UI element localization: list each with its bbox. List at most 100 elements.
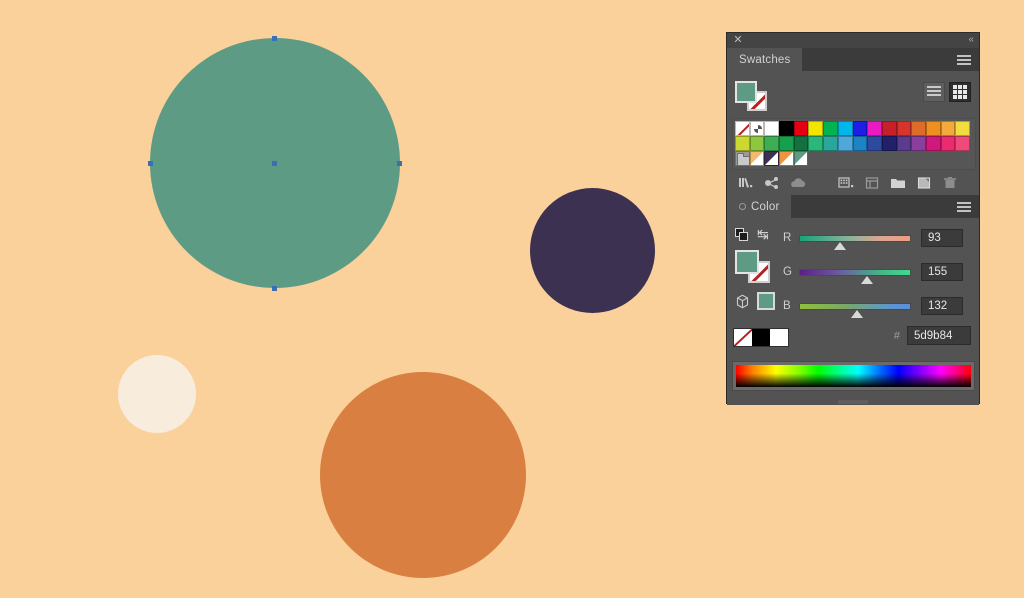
swatch-navy[interactable] — [882, 136, 897, 151]
close-icon[interactable]: ✕ — [732, 34, 744, 46]
swatch-row — [735, 136, 973, 151]
fill-stroke-indicator[interactable] — [735, 81, 769, 111]
swatch-yellow[interactable] — [808, 121, 823, 136]
swatch-deep-pink[interactable] — [926, 136, 941, 151]
menu-line — [957, 210, 971, 212]
grid-view-icon — [953, 85, 967, 99]
swatch-yellow-green[interactable] — [735, 136, 750, 151]
swatch-sky-blue[interactable] — [838, 136, 853, 151]
swatch-grid[interactable] — [732, 118, 976, 170]
selection-anchor-left[interactable] — [148, 161, 153, 166]
color-group-icon[interactable] — [759, 173, 785, 193]
current-color-preview[interactable] — [757, 292, 775, 310]
panel-resize-grip[interactable] — [838, 400, 868, 404]
swatch-teal[interactable] — [823, 136, 838, 151]
color-tabbar: Color — [727, 195, 979, 218]
grid-view-button[interactable] — [949, 82, 971, 102]
delete-swatch-icon[interactable] — [937, 173, 963, 193]
swatch-indigo[interactable] — [867, 136, 882, 151]
swatch-azure[interactable] — [853, 136, 868, 151]
color-panel-menu-icon[interactable] — [957, 202, 971, 212]
illustrator-window: ✕ « Swatches — [0, 0, 1024, 598]
selection-anchor-top[interactable] — [272, 36, 277, 41]
fill-stroke-toggle-icon[interactable] — [735, 228, 749, 242]
swatch-light-orange[interactable] — [941, 121, 956, 136]
purple-circle-shape[interactable] — [530, 188, 655, 313]
new-swatch-icon[interactable] — [911, 173, 937, 193]
swatches-panel-footer — [727, 171, 979, 195]
selection-center-point[interactable] — [272, 161, 277, 166]
swatch-none[interactable] — [735, 121, 750, 136]
swatch-magenta[interactable] — [867, 121, 882, 136]
swatch-scarlet[interactable] — [897, 121, 912, 136]
swatch-dark-green[interactable] — [794, 136, 809, 151]
swatch-registration[interactable] — [750, 121, 765, 136]
color-space-cube-icon[interactable] — [735, 294, 750, 309]
swatches-panel-menu-icon[interactable] — [957, 55, 971, 65]
slider-track-r[interactable] — [799, 235, 911, 242]
swatch-pale-yellow[interactable] — [955, 121, 970, 136]
swatch-pink[interactable] — [941, 136, 956, 151]
swatch-green-2[interactable] — [779, 136, 794, 151]
slider-track-b[interactable] — [799, 303, 911, 310]
list-view-button[interactable] — [923, 82, 945, 102]
fill-swatch[interactable] — [735, 81, 757, 103]
swatch-green[interactable] — [823, 121, 838, 136]
swatch-cmyk-red[interactable] — [882, 121, 897, 136]
swatches-panel-body — [727, 71, 979, 195]
swatch-emerald[interactable] — [808, 136, 823, 151]
quick-swatch-white[interactable] — [770, 329, 788, 346]
swatch-purple[interactable] — [911, 136, 926, 151]
value-field-b[interactable]: 132 — [921, 297, 963, 315]
swatch-white[interactable] — [764, 121, 779, 136]
swatch-libraries-menu-icon[interactable] — [733, 173, 759, 193]
menu-line — [957, 63, 971, 65]
slider-row-r: R 93 — [783, 227, 975, 249]
swatch-black[interactable] — [779, 121, 794, 136]
show-swatch-kinds-icon[interactable] — [833, 173, 859, 193]
tab-swatches[interactable]: Swatches — [727, 48, 802, 71]
value-field-g[interactable]: 155 — [921, 263, 963, 281]
fill-stroke-controls: ↹ — [733, 226, 781, 246]
swatch-gradient-orange[interactable] — [779, 151, 794, 166]
color-fill-swatch[interactable] — [735, 250, 759, 274]
swatch-color-group-folder[interactable] — [735, 151, 750, 166]
color-spectrum-bar[interactable] — [736, 365, 971, 387]
color-mode-row — [735, 292, 775, 310]
slider-track-g[interactable] — [799, 269, 911, 276]
swatch-mid-green[interactable] — [764, 136, 779, 151]
swatch-orange[interactable] — [926, 121, 941, 136]
quick-swatch-none[interactable] — [734, 329, 752, 346]
cream-circle-shape[interactable] — [118, 355, 196, 433]
collapse-panel-icon[interactable]: « — [968, 33, 973, 47]
slider-thumb-g[interactable] — [861, 276, 873, 284]
tab-color[interactable]: Color — [727, 195, 791, 218]
swatch-violet[interactable] — [897, 136, 912, 151]
swatch-cyan[interactable] — [838, 121, 853, 136]
swatch-gradient-teal[interactable] — [794, 151, 809, 166]
swatch-options-icon[interactable] — [859, 173, 885, 193]
orange-circle-shape[interactable] — [320, 372, 526, 578]
selection-anchor-right[interactable] — [397, 161, 402, 166]
value-field-r[interactable]: 93 — [921, 229, 963, 247]
quick-swatch-black[interactable] — [752, 329, 770, 346]
swatch-row — [735, 151, 973, 166]
swatch-blue[interactable] — [853, 121, 868, 136]
color-spectrum-container[interactable] — [732, 361, 975, 391]
hex-input-field[interactable]: 5d9b84 — [907, 326, 971, 345]
swatch-light-green[interactable] — [750, 136, 765, 151]
swatch-view-toggle-group — [923, 82, 971, 102]
swatch-orange-red[interactable] — [911, 121, 926, 136]
swatch-red[interactable] — [794, 121, 809, 136]
slider-thumb-r[interactable] — [834, 242, 846, 250]
cc-libraries-icon[interactable] — [785, 173, 811, 193]
panel-dock-titlebar[interactable]: ✕ « — [727, 33, 979, 48]
selection-anchor-bottom[interactable] — [272, 286, 277, 291]
color-fill-stroke-indicator[interactable] — [735, 250, 771, 284]
swatch-gradient-purple[interactable] — [764, 151, 779, 166]
swatch-gradient-peach[interactable] — [750, 151, 765, 166]
slider-thumb-b[interactable] — [851, 310, 863, 318]
swap-fill-stroke-icon[interactable]: ↹ — [757, 226, 769, 242]
new-color-group-icon[interactable] — [885, 173, 911, 193]
swatch-rose[interactable] — [955, 136, 970, 151]
